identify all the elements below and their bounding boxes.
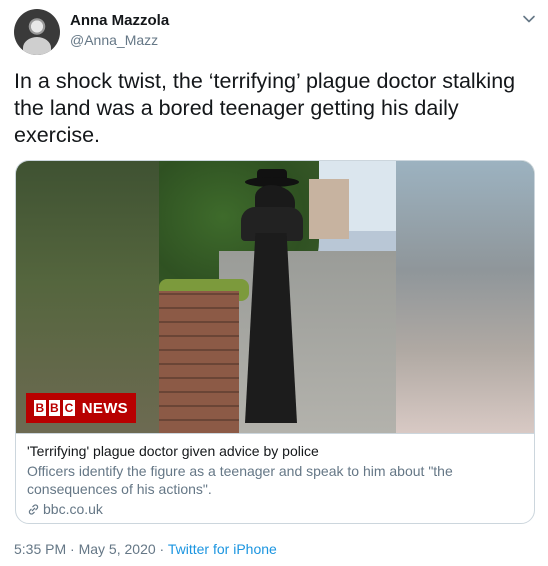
card-domain: bbc.co.uk [27, 500, 523, 518]
card-title: 'Terrifying' plague doctor given advice … [27, 443, 319, 459]
card-image[interactable]: B B C NEWS [16, 161, 534, 433]
plague-doctor-figure [227, 169, 317, 433]
card-domain-text: bbc.co.uk [43, 501, 103, 517]
tweet-meta: 5:35 PM · May 5, 2020 · Twitter for iPho… [14, 541, 277, 557]
tweet-time[interactable]: 5:35 PM [14, 541, 66, 557]
meta-separator: · [66, 541, 79, 557]
card-description: Officers identify the figure as a teenag… [27, 463, 453, 497]
plague-doctor-photo [159, 161, 396, 433]
tweet-text: In a shock twist, the ‘terrifying’ plagu… [14, 69, 516, 147]
meta-separator: · [155, 541, 168, 557]
blurred-background-right [396, 161, 534, 433]
bbc-news-logo: B B C NEWS [26, 393, 136, 423]
tweet-date[interactable]: May 5, 2020 [79, 541, 156, 557]
link-card[interactable]: B B C NEWS 'Terrifying' plague doctor gi… [15, 160, 535, 524]
author-display-name[interactable]: Anna Mazzola [70, 12, 169, 29]
tweet-source-link[interactable]: Twitter for iPhone [168, 541, 277, 557]
chevron-down-icon[interactable] [522, 12, 536, 26]
link-icon [28, 503, 39, 515]
avatar[interactable] [14, 9, 60, 55]
card-info[interactable]: 'Terrifying' plague doctor given advice … [16, 433, 534, 523]
author-handle[interactable]: @Anna_Mazz [70, 32, 158, 48]
